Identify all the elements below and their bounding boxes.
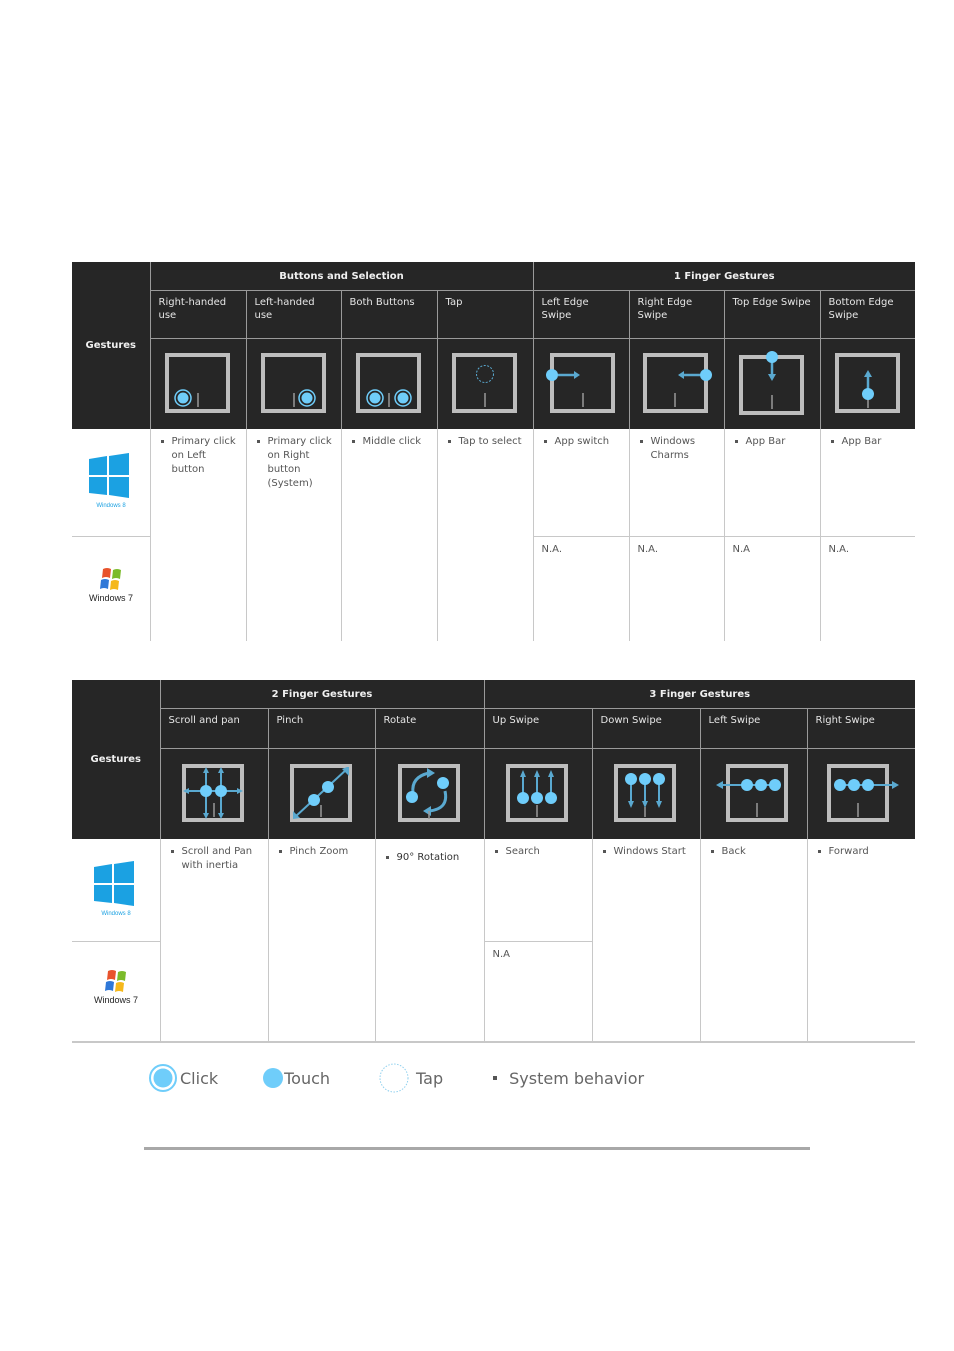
cell-pinch-win8: Pinch Zoom — [289, 846, 349, 857]
windows-7-icon-2: Windows 7 — [94, 970, 138, 1005]
legend-system-label: System behavior — [509, 1068, 645, 1088]
tap-icon — [452, 353, 517, 413]
col-rotate: Rotate — [374, 708, 485, 749]
col-top-edge: Top Edge Swipe — [723, 290, 820, 339]
scroll-pan-icon — [182, 764, 244, 822]
col-right-swipe: Right Swipe — [806, 708, 916, 749]
legend-click-label: Click — [180, 1068, 219, 1088]
legend-system: System behavior — [493, 1069, 644, 1088]
legend: Click Touch Tap System behavior — [148, 1062, 644, 1094]
three-finger-right-icon — [827, 764, 900, 822]
legend-tap: Tap — [378, 1062, 443, 1094]
rotate-icon — [397, 764, 460, 822]
group-3-finger: 3 Finger Gestures — [483, 680, 916, 709]
col-down-swipe: Down Swipe — [591, 708, 701, 749]
cell-right-edge-win7: N.A. — [628, 535, 724, 641]
group-1-finger: 1 Finger Gestures — [532, 262, 915, 291]
right-edge-swipe-icon — [642, 353, 712, 413]
cell-left-swipe-win8: Back — [721, 846, 746, 857]
cell-rotate-win8: 90° Rotation — [396, 852, 460, 863]
windows-7-label: Windows 7 — [89, 593, 133, 603]
divider-rule — [144, 1147, 810, 1150]
col-left-edge: Left Edge Swipe — [532, 290, 629, 339]
bullet-icon — [493, 1076, 498, 1080]
cell-up-swipe-win7: N.A — [483, 940, 593, 1042]
cell-up-swipe-win8: Search — [505, 846, 540, 857]
gestures-header: Gestures — [72, 262, 150, 429]
cell-left-handed-win8: Primary click on Right button (System) — [267, 436, 332, 489]
windows-8-label-2: Windows 8 — [101, 911, 131, 917]
windows-7-logo-2: Windows 7 — [72, 941, 160, 1042]
col-left-swipe: Left Swipe — [699, 708, 808, 749]
col-right-handed: Right-handed use — [149, 290, 246, 339]
windows-8-icon-2: Windows 8 — [93, 860, 134, 917]
col-left-handed: Left-handed use — [245, 290, 341, 339]
cell-down-swipe-win8: Windows Start — [613, 846, 686, 857]
gestures-table-2: Gestures 2 Finger Gestures 3 Finger Gest… — [72, 680, 916, 1043]
windows-8-logo: Windows 8 — [72, 429, 150, 537]
windows-7-logo: Windows 7 — [72, 536, 150, 641]
windows-7-label-2: Windows 7 — [94, 995, 138, 1005]
group-2-finger: 2 Finger Gestures — [159, 680, 485, 709]
cell-right-swipe-win8: Forward — [828, 846, 869, 857]
cell-top-edge-win7: N.A — [723, 535, 820, 641]
windows-8-logo-2: Windows 8 — [72, 839, 160, 942]
touch-icon — [263, 1068, 284, 1088]
cell-tap-win8: Tap to select — [458, 436, 522, 447]
bottom-edge-swipe-icon — [834, 353, 900, 413]
cell-right-edge-win8: Windows Charms — [650, 436, 696, 461]
group-buttons-selection: Buttons and Selection — [149, 262, 533, 291]
legend-click: Click — [148, 1063, 218, 1093]
cell-left-edge-win8: App switch — [554, 436, 610, 447]
cell-both-buttons-win8: Middle click — [362, 436, 422, 447]
col-both-buttons: Both Buttons — [340, 290, 437, 339]
gestures-table-1: Gestures Buttons and Selection 1 Finger … — [72, 262, 915, 641]
left-handed-click-icon — [260, 353, 326, 413]
pinch-icon — [289, 764, 352, 822]
cell-scroll-pan-win8: Scroll and Pan with inertia — [181, 846, 253, 871]
col-right-edge: Right Edge Swipe — [628, 290, 724, 339]
both-buttons-click-icon — [356, 353, 421, 413]
click-icon — [149, 1064, 177, 1092]
cell-bottom-edge-win7: N.A. — [819, 535, 915, 641]
three-finger-left-icon — [715, 764, 788, 822]
legend-touch: Touch — [262, 1067, 330, 1089]
col-scroll-pan: Scroll and pan — [159, 708, 268, 749]
cell-left-edge-win7: N.A. — [532, 535, 629, 641]
legend-touch-label: Touch — [284, 1068, 331, 1088]
col-tap: Tap — [436, 290, 533, 339]
col-up-swipe: Up Swipe — [483, 708, 593, 749]
cell-top-edge-win8: App Bar — [745, 436, 786, 447]
windows-8-icon: Windows 8 — [88, 453, 129, 509]
right-handed-click-icon — [165, 353, 230, 413]
windows-7-icon: Windows 7 — [89, 567, 133, 603]
tap-legend-icon — [379, 1063, 409, 1093]
cell-right-handed-win8: Primary click on Left button — [171, 436, 236, 475]
gestures-header-2: Gestures — [72, 680, 160, 839]
three-finger-up-icon — [506, 764, 569, 822]
left-edge-swipe-icon — [546, 353, 615, 413]
windows-8-label: Windows 8 — [96, 503, 126, 509]
col-pinch: Pinch — [267, 708, 375, 749]
three-finger-down-icon — [614, 764, 677, 822]
cell-bottom-edge-win8: App Bar — [841, 436, 882, 447]
col-bottom-edge: Bottom Edge Swipe — [819, 290, 915, 339]
top-edge-swipe-icon — [739, 351, 804, 415]
legend-tap-label: Tap — [416, 1068, 444, 1088]
